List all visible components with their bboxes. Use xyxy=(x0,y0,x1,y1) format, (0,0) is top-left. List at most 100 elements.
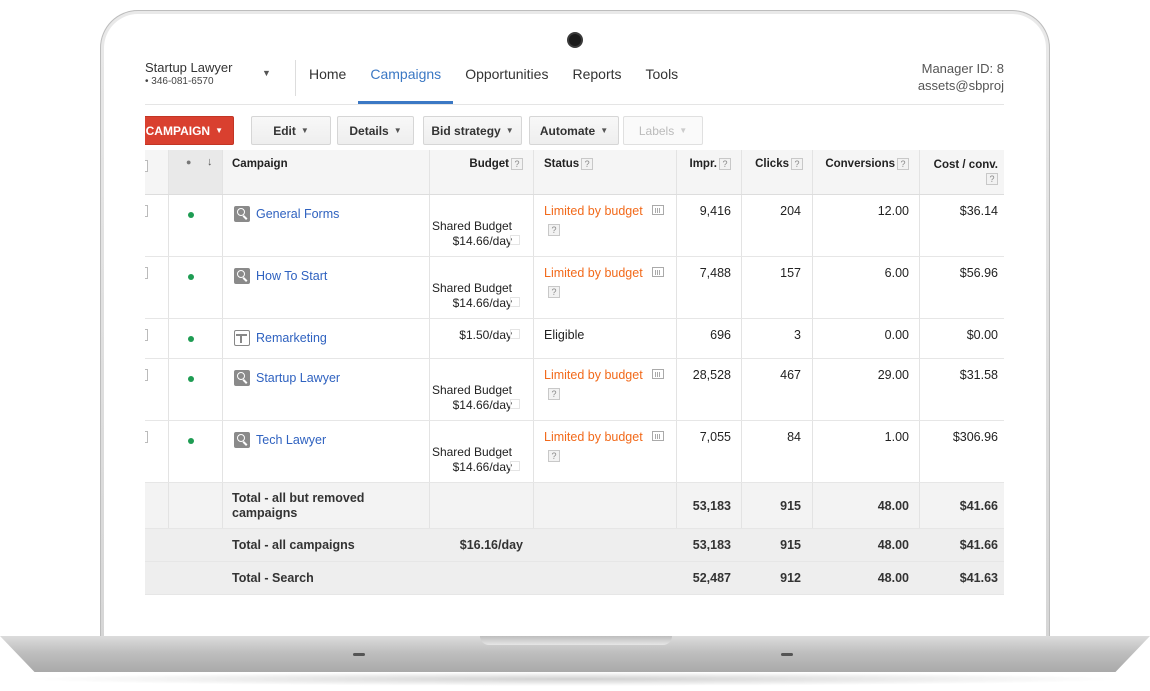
help-icon[interactable]: ? xyxy=(719,158,731,170)
campaign-link[interactable]: How To Start xyxy=(256,269,327,283)
campaign-toolbar: CAMPAIGN ▼ Edit ▼ Details ▼ Bid strategy ▼ A… xyxy=(145,104,1004,150)
bar-chart-icon[interactable] xyxy=(652,369,664,379)
enabled-status-dot[interactable] xyxy=(188,274,194,280)
total-conversions: 48.00 xyxy=(877,538,909,552)
table-row: Tech Lawyer Shared Budget $14.66/day Limi… xyxy=(145,421,1004,483)
col-impr-label: Impr. xyxy=(689,158,717,171)
labels-button[interactable]: Labels ▼ xyxy=(623,116,703,145)
bar-chart-icon[interactable] xyxy=(652,431,664,441)
row-checkbox[interactable] xyxy=(145,267,148,279)
nav-home[interactable]: Home xyxy=(297,50,358,104)
cost-conv-value: $31.58 xyxy=(959,368,998,382)
display-campaign-icon xyxy=(234,330,250,346)
status-limited[interactable]: Limited by budget xyxy=(544,430,643,444)
total-cost-conv: $41.63 xyxy=(959,571,998,585)
help-icon[interactable]: ? xyxy=(548,285,560,298)
col-conversions[interactable]: Conversions? xyxy=(813,150,909,194)
new-campaign-button[interactable]: CAMPAIGN ▼ xyxy=(145,116,234,145)
budget-detail-icon[interactable] xyxy=(510,329,520,339)
bid-strategy-button[interactable]: Bid strategy ▼ xyxy=(423,116,522,145)
total-conversions: 48.00 xyxy=(877,499,909,513)
search-campaign-icon xyxy=(234,432,250,448)
nav-campaigns[interactable]: Campaigns xyxy=(358,50,454,104)
col-campaign[interactable]: Campaign xyxy=(232,150,288,194)
campaign-link[interactable]: Tech Lawyer xyxy=(256,433,326,447)
campaign-link[interactable]: Remarketing xyxy=(256,331,327,345)
header-divider xyxy=(295,60,296,96)
status-limited[interactable]: Limited by budget xyxy=(544,368,643,382)
col-clicks[interactable]: Clicks? xyxy=(742,150,803,194)
budget-line1: Shared Budget xyxy=(431,445,512,459)
budget-detail-icon[interactable] xyxy=(510,399,520,409)
row-checkbox[interactable] xyxy=(145,369,148,381)
budget-line2: $14.66/day xyxy=(452,234,512,248)
budget-line1: Shared Budget xyxy=(431,383,512,397)
total-clicks: 915 xyxy=(780,499,801,513)
help-icon[interactable]: ? xyxy=(791,158,803,170)
chevron-down-icon[interactable]: ▼ xyxy=(262,68,271,78)
clicks-value: 3 xyxy=(794,328,801,342)
total-cost-conv: $41.66 xyxy=(959,538,998,552)
budget-detail-icon[interactable] xyxy=(510,297,520,307)
budget-detail-icon[interactable] xyxy=(510,461,520,471)
details-button[interactable]: Details ▼ xyxy=(337,116,414,145)
status-dot-icon: ● xyxy=(186,157,192,167)
laptop-foot xyxy=(353,653,365,656)
details-label: Details xyxy=(349,123,389,138)
enabled-status-dot[interactable] xyxy=(188,438,194,444)
conversions-value: 1.00 xyxy=(884,430,909,444)
budget-line1: Shared Budget xyxy=(431,219,512,233)
col-conversions-label: Conversions xyxy=(825,158,895,171)
status-sort-column[interactable]: ● ↓ xyxy=(169,150,222,194)
help-icon[interactable]: ? xyxy=(548,223,560,236)
table-row: Startup Lawyer Shared Budget $14.66/day L… xyxy=(145,359,1004,421)
col-status[interactable]: Status? xyxy=(544,150,594,194)
campaign-link[interactable]: Startup Lawyer xyxy=(256,371,340,385)
nav-opportunities[interactable]: Opportunities xyxy=(453,50,560,104)
sort-arrow-icon: ↓ xyxy=(207,156,213,168)
budget-detail-icon[interactable] xyxy=(510,235,520,245)
total-conversions: 48.00 xyxy=(877,571,909,585)
chevron-down-icon: ▼ xyxy=(215,126,223,135)
manager-info: Manager ID: 8 assets@sbproj xyxy=(918,60,1004,94)
new-campaign-label: CAMPAIGN xyxy=(145,123,211,138)
enabled-status-dot[interactable] xyxy=(188,376,194,382)
total-label: Total - all campaigns xyxy=(232,538,355,552)
bar-chart-icon[interactable] xyxy=(652,267,664,277)
table-row: Remarketing $1.50/day Eligible 696 3 0.0… xyxy=(145,319,1004,359)
help-icon[interactable]: ? xyxy=(511,158,523,170)
help-icon[interactable]: ? xyxy=(897,158,909,170)
help-icon[interactable]: ? xyxy=(548,449,560,462)
help-icon[interactable]: ? xyxy=(548,387,560,400)
conversions-value: 0.00 xyxy=(884,328,909,342)
col-clicks-label: Clicks xyxy=(755,158,789,171)
row-checkbox[interactable] xyxy=(145,431,148,443)
status-limited[interactable]: Limited by budget xyxy=(544,204,643,218)
col-cost-conv[interactable]: Cost / conv.? xyxy=(920,150,998,194)
budget-line2: $14.66/day xyxy=(452,296,512,310)
cost-conv-value: $306.96 xyxy=(952,430,998,444)
row-checkbox[interactable] xyxy=(145,329,148,341)
enabled-status-dot[interactable] xyxy=(188,212,194,218)
col-impr[interactable]: Impr.? xyxy=(677,150,731,194)
campaign-link[interactable]: General Forms xyxy=(256,207,339,221)
col-budget[interactable]: Budget? xyxy=(430,150,534,194)
select-all-checkbox[interactable] xyxy=(145,160,148,172)
row-checkbox[interactable] xyxy=(145,205,148,217)
campaigns-table: ● ↓ Campaign Budget? Status? Impr.? Clic… xyxy=(145,150,1004,595)
bar-chart-icon[interactable] xyxy=(652,205,664,215)
help-icon[interactable]: ? xyxy=(986,172,998,185)
nav-reports[interactable]: Reports xyxy=(560,50,633,104)
account-selector[interactable]: Startup Lawyer • 346-081-6570 xyxy=(145,60,232,87)
enabled-status-dot[interactable] xyxy=(188,336,194,342)
manager-email: assets@sbproj xyxy=(917,78,1004,93)
search-campaign-icon xyxy=(234,268,250,284)
edit-button[interactable]: Edit ▼ xyxy=(251,116,331,145)
nav-tools[interactable]: Tools xyxy=(634,50,691,104)
bid-strategy-label: Bid strategy xyxy=(431,123,501,138)
automate-button[interactable]: Automate ▼ xyxy=(529,116,619,145)
status-limited[interactable]: Limited by budget xyxy=(544,266,643,280)
clicks-value: 84 xyxy=(787,430,801,444)
help-icon[interactable]: ? xyxy=(581,158,594,170)
budget-line2: $14.66/day xyxy=(452,460,512,474)
